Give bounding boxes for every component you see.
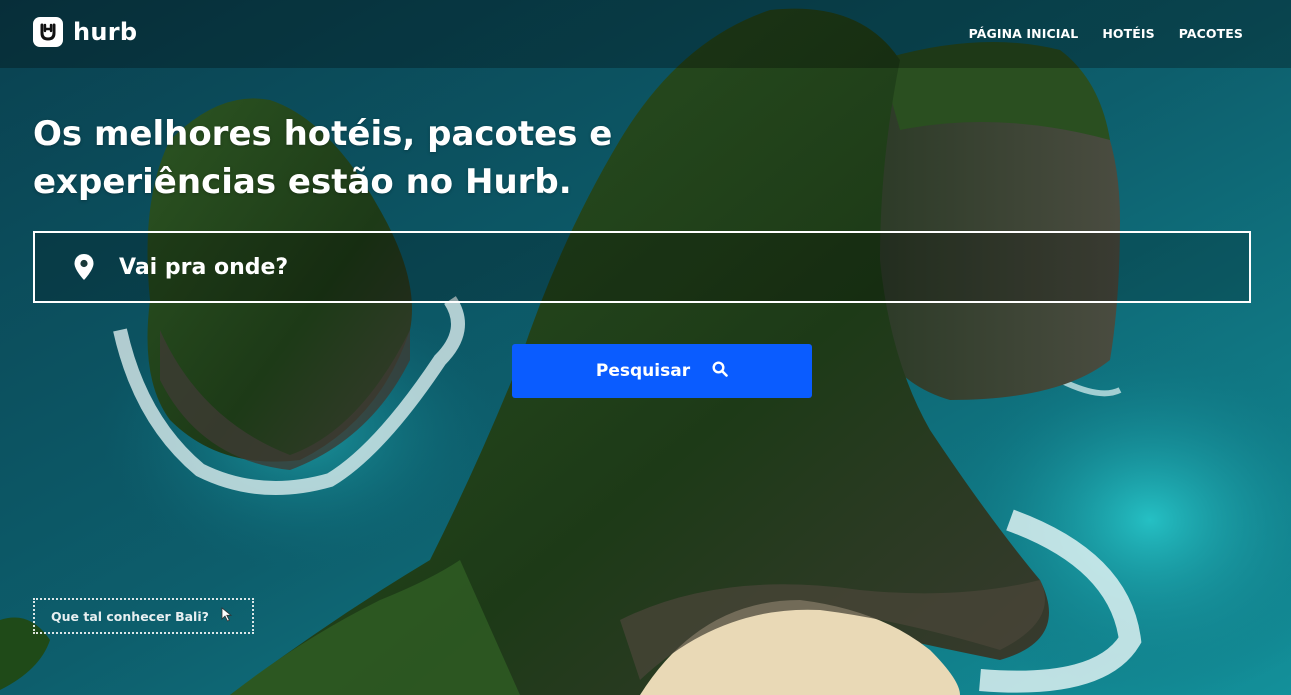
search-icon bbox=[712, 360, 728, 382]
brand-name: hurb bbox=[73, 18, 138, 46]
hero-headline: Os melhores hotéis, pacotes e experiênci… bbox=[33, 110, 653, 206]
top-navigation-bar: hurb PÁGINA INICIAL HOTÉIS PACOTES bbox=[0, 0, 1291, 68]
map-pin-icon bbox=[73, 253, 95, 281]
destination-suggestion-button[interactable]: Que tal conhecer Bali? bbox=[33, 598, 254, 634]
destination-input[interactable] bbox=[119, 254, 1249, 280]
suggestion-label: Que tal conhecer Bali? bbox=[51, 608, 209, 624]
hurb-logo-icon bbox=[33, 17, 63, 47]
search-button-label: Pesquisar bbox=[595, 361, 691, 381]
headline-line-1: Os melhores hotéis, pacotes e bbox=[33, 114, 613, 154]
pointer-cursor-icon bbox=[221, 607, 233, 625]
main-nav: PÁGINA INICIAL HOTÉIS PACOTES bbox=[969, 26, 1243, 41]
brand-logo[interactable]: hurb bbox=[33, 17, 137, 47]
destination-search-field[interactable] bbox=[33, 231, 1251, 303]
nav-item-home[interactable]: PÁGINA INICIAL bbox=[969, 26, 1079, 41]
nav-item-hotels[interactable]: HOTÉIS bbox=[1102, 26, 1154, 41]
headline-line-2: experiências estão no Hurb. bbox=[33, 162, 572, 202]
search-button[interactable]: Pesquisar bbox=[512, 344, 812, 398]
nav-item-packages[interactable]: PACOTES bbox=[1179, 26, 1243, 41]
